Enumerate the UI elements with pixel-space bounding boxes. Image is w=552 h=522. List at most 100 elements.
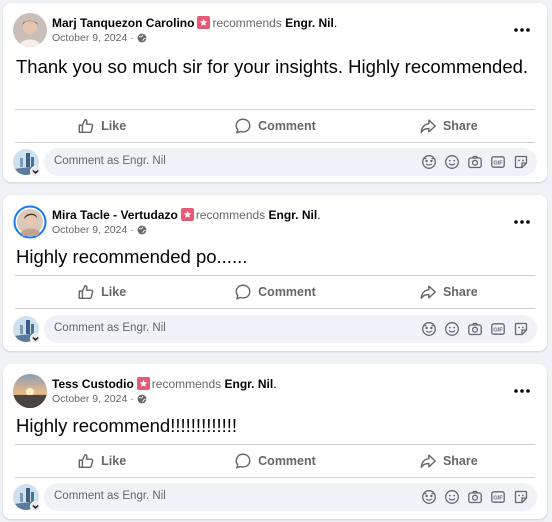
divider [15,109,535,110]
period: . [273,377,277,391]
commenter-avatar[interactable] [13,484,41,512]
like-label: Like [101,285,127,299]
comment-tools: GIF [421,321,529,337]
like-button[interactable]: Like [15,277,188,307]
share-button[interactable]: Share [362,446,535,476]
post-meta: Marj Tanquezon Carolino recommends Engr. … [52,15,497,44]
recommendation-post: Marj Tanquezon Carolino recommends Engr. … [3,3,547,182]
like-button[interactable]: Like [15,111,188,141]
like-icon [77,283,95,301]
sticker-icon[interactable] [513,321,529,337]
post-subline: October 9, 2024 · [52,393,497,405]
post-date[interactable]: October 9, 2024 [52,224,127,236]
recommends-label: recommends [212,16,282,30]
recommends-label: recommends [151,377,222,391]
share-label: Share [442,285,478,299]
like-label: Like [101,119,127,133]
share-button[interactable]: Share [362,111,535,141]
public-globe-icon [137,225,147,235]
comment-composer: Comment as Engr. Nil GIF [13,148,537,177]
separator-dot: · [130,393,134,405]
author-avatar[interactable] [13,205,47,239]
recommendations-feed: Marj Tanquezon Carolino recommends Engr. … [0,0,552,522]
recommended-page-name[interactable]: Engr. Nil [269,208,318,222]
more-options-icon[interactable] [509,378,535,404]
gif-icon[interactable]: GIF [490,154,506,170]
period: . [317,208,321,222]
author-name[interactable]: Mira Tacle - Vertudazo [52,208,178,222]
camera-icon[interactable] [467,321,483,337]
profile-switch-icon[interactable] [30,333,41,344]
share-icon [419,283,437,301]
divider [15,444,535,445]
comment-placeholder: Comment as Engr. Nil [54,155,166,167]
recommendation-post: Mira Tacle - Vertudazo recommends Engr. N… [3,195,547,351]
like-button[interactable]: Like [15,446,188,476]
camera-icon[interactable] [467,489,483,505]
comment-tools: GIF [421,489,529,505]
comment-button[interactable]: Comment [188,277,361,307]
period: . [333,16,338,30]
post-meta: Tess Custodio recommends Engr. Nil. Octob… [52,376,497,405]
comment-button[interactable]: Comment [188,446,361,476]
more-options-icon[interactable] [509,17,535,43]
comment-label: Comment [258,285,316,299]
camera-icon[interactable] [467,154,483,170]
commenter-avatar[interactable] [13,316,41,344]
comment-input[interactable]: Comment as Engr. Nil GIF [44,148,537,176]
commenter-avatar[interactable] [13,149,41,177]
comment-button[interactable]: Comment [188,111,361,141]
separator-dot: · [130,32,134,44]
profile-switch-icon[interactable] [30,501,41,512]
post-header: Tess Custodio recommends Engr. Nil. Octob… [13,374,537,410]
post-date[interactable]: October 9, 2024 [52,393,127,405]
avatar-sticker-icon[interactable] [421,321,437,337]
author-name[interactable]: Marj Tanquezon Carolino [52,16,194,30]
post-subline: October 9, 2024 · [52,32,497,44]
recommended-page-name[interactable]: Engr. Nil [225,377,274,391]
post-headline: Marj Tanquezon Carolino recommends Engr. … [52,15,497,31]
comment-placeholder: Comment as Engr. Nil [54,490,166,502]
comment-icon [234,117,252,135]
share-icon [419,117,437,135]
more-options-icon[interactable] [509,209,535,235]
gif-icon[interactable]: GIF [490,489,506,505]
profile-switch-icon[interactable] [30,166,41,177]
post-date[interactable]: October 9, 2024 [52,32,127,44]
recommended-page-name[interactable]: Engr. Nil [285,16,334,30]
comment-label: Comment [258,454,316,468]
sticker-icon[interactable] [513,489,529,505]
svg-text:GIF: GIF [493,160,503,166]
recommend-badge-icon [197,16,211,29]
share-button[interactable]: Share [362,277,535,307]
comment-composer: Comment as Engr. Nil GIF [13,483,537,512]
avatar-sticker-icon[interactable] [421,489,437,505]
author-avatar[interactable] [13,13,47,47]
avatar-sticker-icon[interactable] [421,154,437,170]
comment-label: Comment [258,119,316,133]
public-globe-icon [137,394,147,404]
post-header: Marj Tanquezon Carolino recommends Engr. … [13,13,537,49]
comment-input[interactable]: Comment as Engr. Nil GIF [44,483,537,511]
recommends-label: recommends [195,208,266,222]
share-label: Share [442,454,478,468]
sticker-icon[interactable] [513,154,529,170]
emoji-icon[interactable] [444,154,460,170]
gif-icon[interactable]: GIF [490,321,506,337]
post-text: Highly recommend!!!!!!!!!!!!! [16,415,238,436]
emoji-icon[interactable] [444,489,460,505]
post-header: Mira Tacle - Vertudazo recommends Engr. N… [13,205,537,241]
action-bar: Like Comment Share [15,446,535,476]
share-label: Share [442,119,478,133]
recommendation-post: Tess Custodio recommends Engr. Nil. Octob… [3,364,547,519]
divider [15,142,535,143]
like-icon [77,452,95,470]
comment-placeholder: Comment as Engr. Nil [54,322,166,334]
author-avatar[interactable] [13,374,47,408]
emoji-icon[interactable] [444,321,460,337]
post-headline: Mira Tacle - Vertudazo recommends Engr. N… [52,207,497,223]
author-name[interactable]: Tess Custodio [52,377,134,391]
comment-input[interactable]: Comment as Engr. Nil GIF [44,315,537,343]
post-headline: Tess Custodio recommends Engr. Nil. [52,376,497,392]
separator-dot: · [130,224,134,236]
